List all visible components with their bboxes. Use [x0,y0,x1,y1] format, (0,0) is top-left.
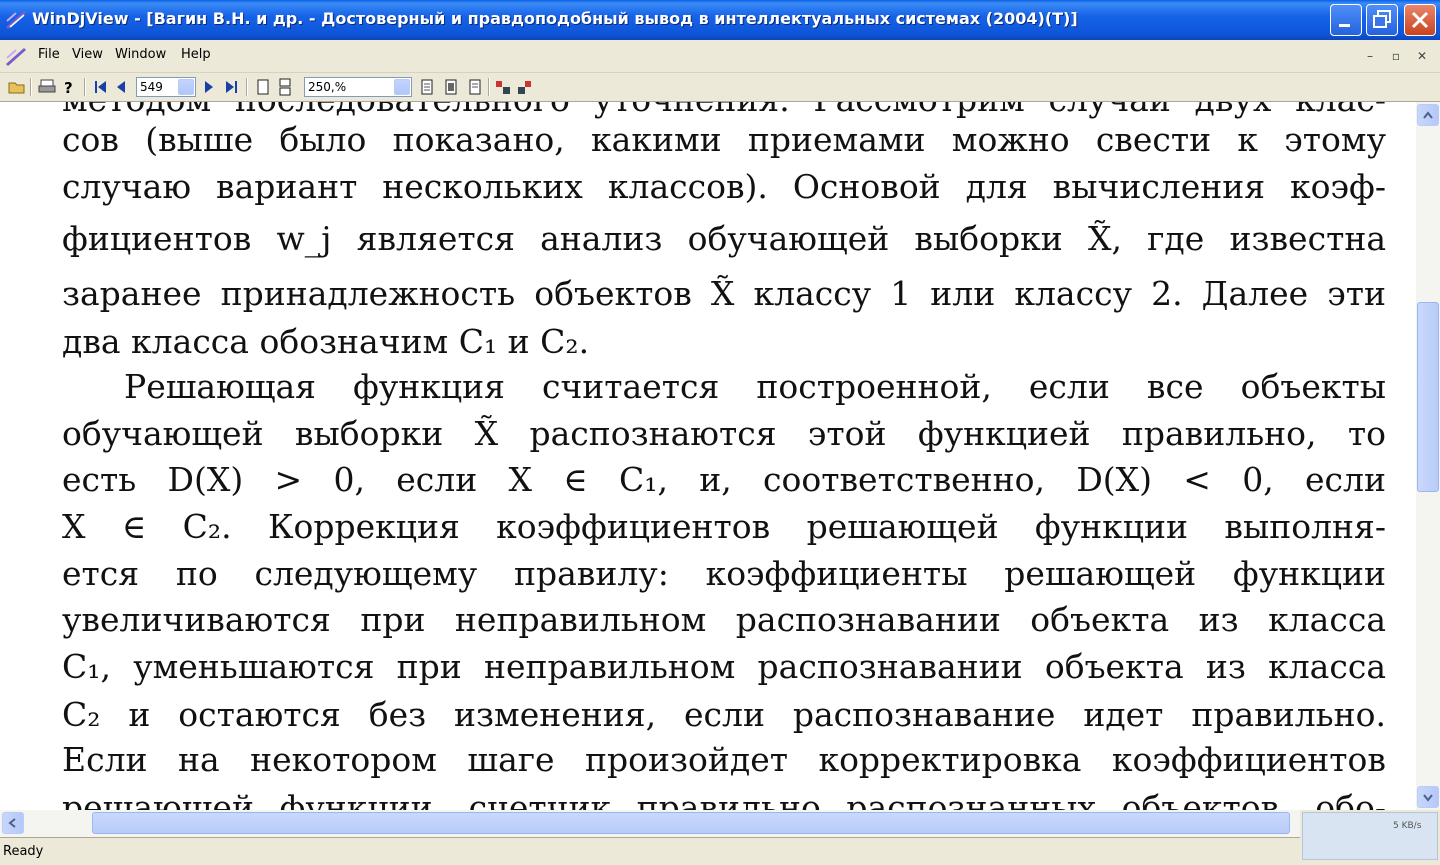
restore-icon [1373,10,1391,28]
close-button[interactable] [1404,4,1436,36]
text-line: C₂ и остаются без изменения, если распоз… [62,695,1386,734]
toolbar: ? 549 250,% [0,73,1440,102]
toolbar-separator [84,78,86,96]
page-number-combo[interactable]: 549 [136,77,196,97]
text-line: решающей функции, счетчик правильно расп… [62,788,1386,810]
text-line: два класса обозначим C₁ и C₂. [62,322,590,361]
minimize-button[interactable] [1330,4,1362,36]
text-line: есть D(X) > 0, если X ∈ C₁, и, соответст… [62,460,1386,499]
text-line: увеличиваются при неправильном распознав… [62,600,1386,639]
first-page-icon[interactable] [92,78,110,96]
minimize-icon [1339,24,1350,27]
scroll-left-button[interactable] [2,812,24,834]
horizontal-scrollbar[interactable] [0,810,1300,837]
print-icon[interactable] [38,78,56,96]
svg-text:?: ? [64,79,73,96]
open-icon[interactable] [8,78,26,96]
status-bar: Ready [0,837,1300,865]
text-line: Если на некотором шаге произойдет коррек… [62,740,1386,779]
text-line: ется по следующему правилу: коэффициенты… [62,554,1386,593]
chevron-up-icon [1423,111,1433,119]
text-line: сов (выше было показано, какими приемами… [62,120,1386,159]
actual-size-icon[interactable] [466,78,484,96]
scroll-down-button[interactable] [1417,786,1439,808]
single-page-icon[interactable] [254,78,272,96]
status-text: Ready [3,844,44,859]
text-line: Решающая функция считается построенной, … [124,367,1386,406]
menu-bar: File View Window Help – ▫ ✕ [0,40,1440,73]
continuous-icon[interactable] [276,78,294,96]
fit-page-icon[interactable] [418,78,436,96]
previous-page-icon[interactable] [112,78,130,96]
text-line: X ∈ C₂. Коррекция коэффициентов решающей… [62,507,1386,546]
network-meter-widget: 5 KB/s [1302,812,1438,860]
menu-file[interactable]: File [38,47,60,62]
chevron-left-icon [8,818,16,828]
mdi-restore-button[interactable]: ▫ [1388,48,1404,64]
toolbar-separator [30,78,32,96]
zoom-combo[interactable]: 250,% [304,77,412,97]
zoom-value: 250,% [308,80,347,94]
text-line: методом последовательного уточнения. Рас… [62,102,1386,120]
network-speed-text: 5 KB/s [1393,821,1422,831]
close-icon [1411,11,1429,29]
text-line: обучающей выборки X̃ распознаются этой ф… [62,414,1386,453]
text-line: случаю вариант нескольких классов). Осно… [62,167,1386,206]
mdi-minimize-button[interactable]: – [1362,48,1378,64]
text-line: фициентов w_j является анализ обучающей … [62,219,1386,258]
fit-width-icon[interactable] [442,78,460,96]
help-icon[interactable]: ? [60,78,78,96]
last-page-icon[interactable] [222,78,240,96]
scroll-up-button[interactable] [1417,104,1439,126]
mdi-close-button[interactable]: ✕ [1414,48,1430,64]
menu-window[interactable]: Window [115,47,166,62]
restore-button[interactable] [1366,4,1398,36]
windjview-app-icon [6,11,26,29]
title-bar[interactable]: WinDjView - [Вагин В.Н. и др. - Достовер… [0,0,1440,40]
toolbar-separator [488,78,490,96]
vertical-scrollbar[interactable] [1416,102,1440,810]
text-line: C₁, уменьшаются при неправильном распозн… [62,647,1386,686]
menu-view[interactable]: View [72,47,103,62]
chevron-down-icon[interactable] [394,79,410,95]
vertical-scroll-thumb[interactable] [1417,302,1439,492]
chevron-down-icon [1423,794,1433,802]
toolbar-separator [246,78,248,96]
window-title: WinDjView - [Вагин В.Н. и др. - Достовер… [32,9,1078,28]
menu-help[interactable]: Help [181,47,211,62]
text-line: заранее принадлежность объектов X̃ класс… [62,274,1386,313]
chevron-down-icon[interactable] [178,79,194,95]
horizontal-scroll-thumb[interactable] [92,812,1290,834]
next-page-icon[interactable] [200,78,218,96]
rotate-right-icon[interactable] [516,78,534,96]
rotate-left-icon[interactable] [494,78,512,96]
document-view[interactable]: методом последовательного уточнения. Рас… [0,102,1416,810]
page-number-value: 549 [140,80,163,94]
document-icon[interactable] [4,44,28,68]
